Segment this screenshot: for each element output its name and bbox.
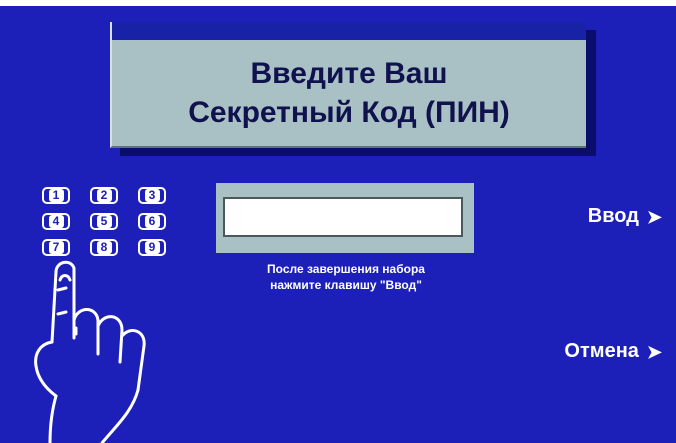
title-bar xyxy=(112,22,586,40)
input-hint: После завершения набора нажмите клавишу … xyxy=(210,261,482,293)
key-5: 5 xyxy=(90,213,118,230)
pin-input-panel xyxy=(216,183,474,253)
enter-button[interactable]: Ввод ➤ xyxy=(588,205,662,228)
title-line-2: Секретный Код (ПИН) xyxy=(188,96,510,129)
cancel-button[interactable]: Отмена ➤ xyxy=(564,340,662,363)
pointing-hand-icon xyxy=(34,260,146,443)
page-title: Введите Ваш Секретный Код (ПИН) xyxy=(112,54,586,132)
cancel-button-label: Отмена xyxy=(564,340,639,362)
top-border xyxy=(0,0,676,6)
title-panel: Введите Ваш Секретный Код (ПИН) xyxy=(110,22,586,148)
hint-line-1: После завершения набора xyxy=(267,262,425,276)
key-1: 1 xyxy=(42,187,70,204)
atm-screen: Введите Ваш Секретный Код (ПИН) 1 2 3 4 … xyxy=(0,0,676,443)
pin-input[interactable] xyxy=(223,197,463,237)
hint-line-2: нажмите клавишу "Ввод" xyxy=(270,278,422,292)
arrow-right-icon: ➤ xyxy=(646,206,662,227)
key-3: 3 xyxy=(138,187,166,204)
arrow-right-icon: ➤ xyxy=(646,341,662,362)
key-6: 6 xyxy=(138,213,166,230)
key-2: 2 xyxy=(90,187,118,204)
enter-button-label: Ввод xyxy=(587,205,639,227)
key-4: 4 xyxy=(42,213,70,230)
title-line-1: Введите Ваш xyxy=(250,57,448,90)
